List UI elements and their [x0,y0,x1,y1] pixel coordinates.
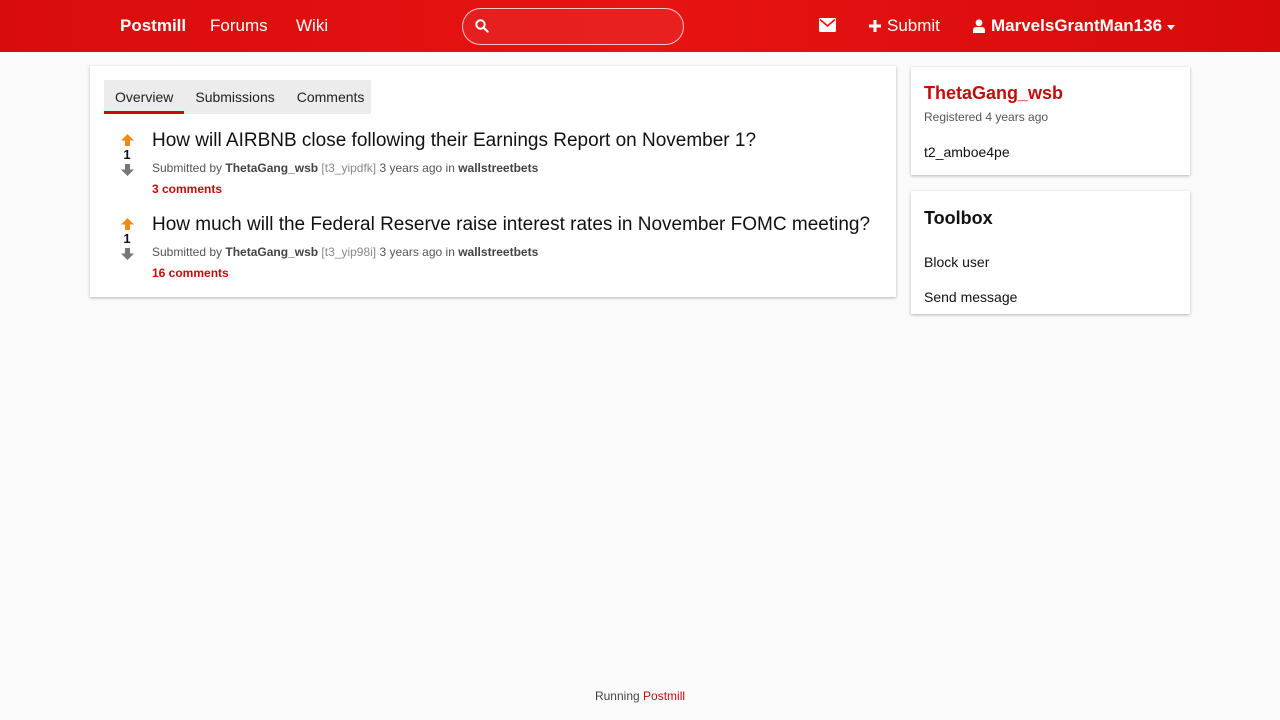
upvote-icon[interactable] [120,134,134,146]
username-label: MarvelsGrantMan136 [991,16,1163,35]
tab-submissions[interactable]: Submissions [184,80,285,114]
submitted-by-label: Submitted by [152,161,223,175]
upvote-icon[interactable] [120,218,134,230]
submission-item: 1 How will AIRBNB close following their … [90,128,896,208]
send-message-link[interactable]: Send message [924,289,1017,305]
submitted-by-label: Submitted by [152,245,223,259]
submission-time: 3 years ago [379,245,443,259]
block-user-link[interactable]: Block user [924,254,989,270]
search-icon [475,19,489,33]
comments-link[interactable]: 3 comments [152,182,222,196]
search-input[interactable] [497,13,673,40]
user-content-panel: Overview Submissions Comments 1 How will… [90,66,896,297]
forum-link[interactable]: wallstreetbets [458,245,538,259]
score-value: 1 [123,147,131,162]
submission-meta: Submitted by ThetaGang_wsb [t3_yipdfk] 3… [152,161,538,175]
footer-running-label: Running [594,689,640,703]
comments-link[interactable]: 16 comments [152,266,229,280]
submit-label: Submit [887,16,940,35]
vote-widget: 1 [118,218,136,260]
user-profile-card: ThetaGang_wsb Registered 4 years ago t2_… [911,67,1190,175]
score-value: 1 [123,231,131,246]
in-label: in [445,161,455,175]
footer-postmill-link[interactable]: Postmill [643,689,685,703]
submission-id: [t3_yip98i] [321,245,377,259]
envelope-icon [819,18,836,32]
user-menu-button[interactable]: MarvelsGrantMan136 [973,16,1176,36]
toolbox-card: Toolbox Block user Send message [911,191,1190,314]
nav-wiki-link[interactable]: Wiki [296,16,328,36]
search-box[interactable] [462,8,684,45]
profile-username-link[interactable]: ThetaGang_wsb [924,83,1063,104]
submit-button[interactable]: Submit [869,16,940,36]
vote-widget: 1 [118,134,136,176]
toolbox-title: Toolbox [924,208,993,228]
user-icon [973,19,985,33]
footer: Running Postmill [0,689,1280,703]
plus-icon [869,20,881,32]
downvote-icon[interactable] [120,248,134,260]
submission-title-link[interactable]: How will AIRBNB close following their Ea… [152,130,756,152]
submission-id: [t3_yipdfk] [321,161,377,175]
submission-meta: Submitted by ThetaGang_wsb [t3_yip98i] 3… [152,245,538,259]
tab-overview[interactable]: Overview [104,80,185,114]
user-tabs: Overview Submissions Comments [104,80,371,114]
submission-item: 1 How much will the Federal Reserve rais… [90,212,896,292]
forum-link[interactable]: wallstreetbets [458,161,538,175]
brand-link[interactable]: Postmill [120,16,186,36]
downvote-icon[interactable] [120,164,134,176]
registered-date: Registered 4 years ago [924,110,1049,124]
submission-title-link[interactable]: How much will the Federal Reserve raise … [152,214,870,236]
tab-comments[interactable]: Comments [286,80,376,114]
caret-down-icon [1167,25,1176,30]
submission-time: 3 years ago [379,161,443,175]
top-navbar: Postmill Forums Wiki Submit MarvelsGrant… [0,0,1280,52]
nav-forums-link[interactable]: Forums [210,16,268,36]
author-link[interactable]: ThetaGang_wsb [225,161,318,175]
messages-button[interactable] [819,18,836,32]
author-link[interactable]: ThetaGang_wsb [225,245,318,259]
in-label: in [445,245,455,259]
user-id: t2_amboe4pe [924,144,1010,160]
